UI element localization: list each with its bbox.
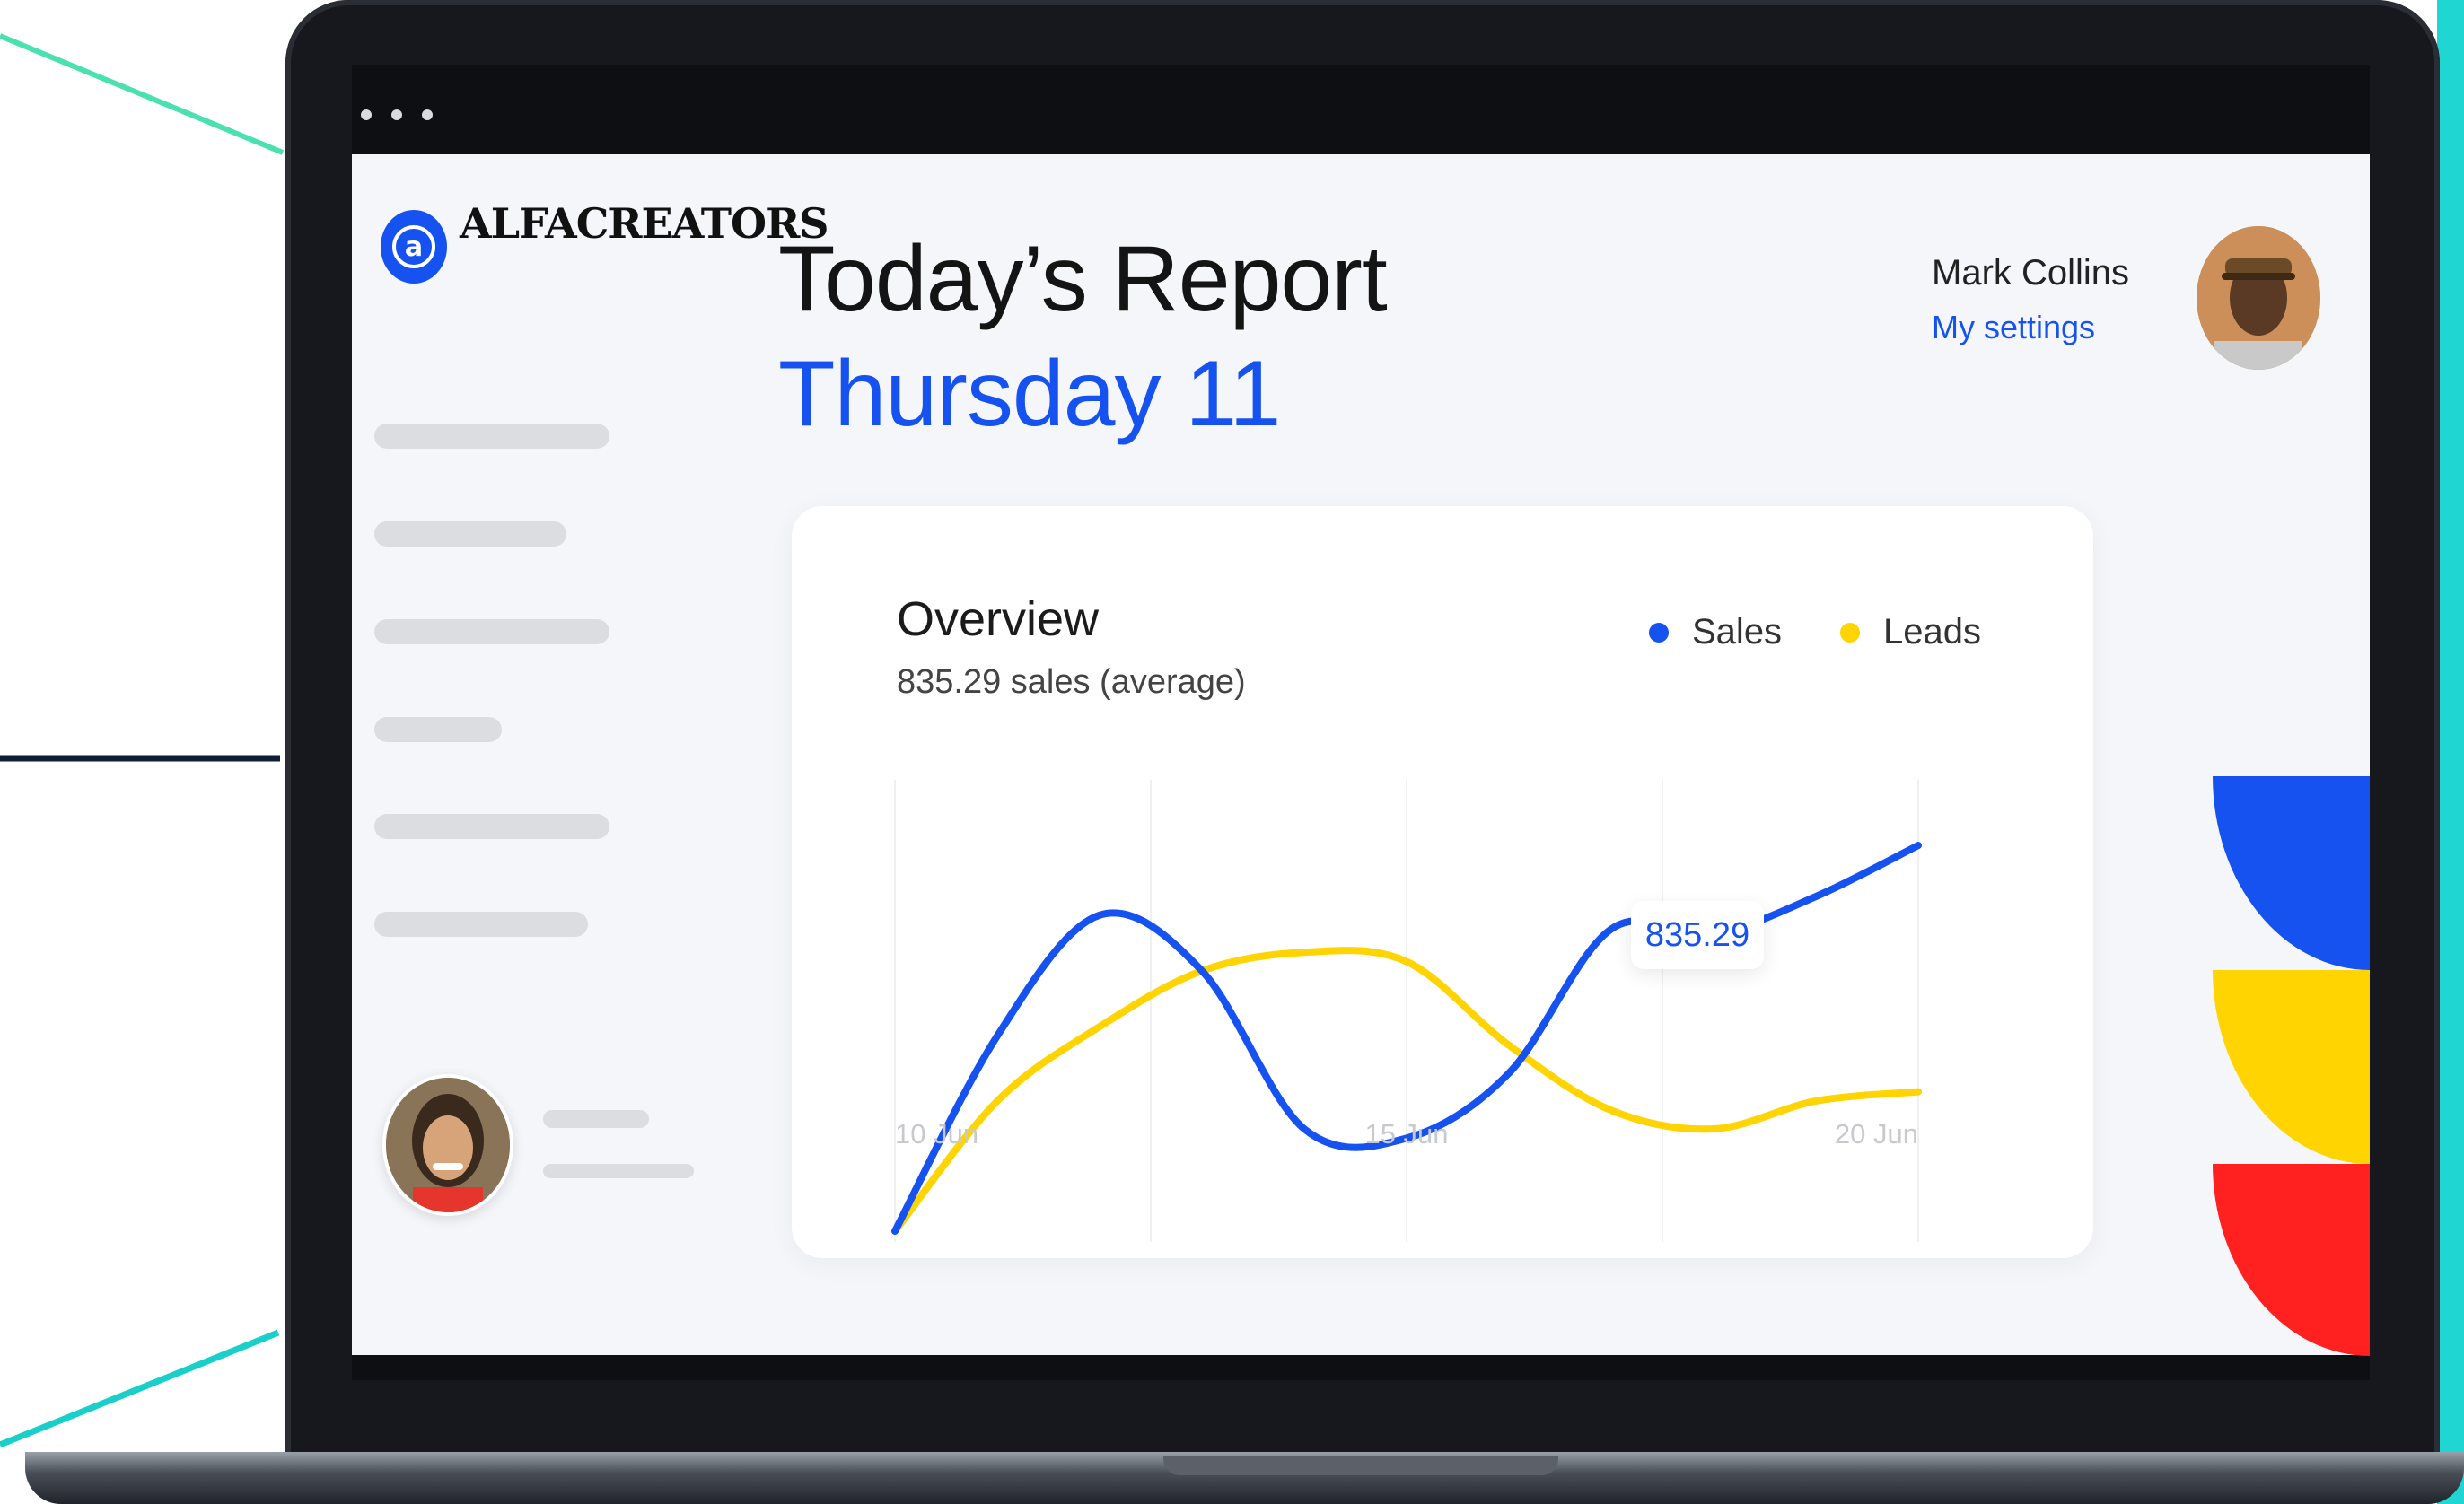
- svg-text:a: a: [405, 232, 423, 263]
- sidebar-item-4[interactable]: [374, 717, 502, 742]
- laptop-screen: a ALFACREATORS Today’s Report Thursday 1…: [352, 65, 2370, 1380]
- window-dot-2[interactable]: [391, 109, 402, 120]
- window-titlebar: [352, 65, 2370, 154]
- sidebar-item-5[interactable]: [374, 814, 609, 839]
- user-avatar[interactable]: [2197, 226, 2320, 370]
- x-tick-label: 10 Jun: [895, 1118, 978, 1150]
- page-title: Today’s Report: [778, 227, 1388, 331]
- chart-tooltip: 835.29: [1631, 901, 1764, 969]
- decorative-blue-shape: [2213, 776, 2370, 970]
- x-tick-label: 15 Jun: [1364, 1118, 1448, 1150]
- sidebar-user-role-placeholder: [543, 1164, 694, 1178]
- sidebar-item-1[interactable]: [374, 424, 609, 449]
- page-subtitle-date: Thursday 11: [778, 342, 1281, 446]
- sidebar-item-2[interactable]: [374, 521, 566, 547]
- user-name: Mark Collins: [1932, 253, 2130, 293]
- decorative-red-shape: [2213, 1164, 2370, 1356]
- laptop-notch: [1163, 1456, 1558, 1475]
- overview-card: Overview 835.29 sales (average) Sales Le…: [792, 506, 2093, 1258]
- decorative-yellow-shape: [2213, 970, 2370, 1164]
- my-settings-link[interactable]: My settings: [1932, 309, 2095, 346]
- sidebar-user-name-placeholder: [543, 1110, 649, 1128]
- overview-line-chart: 10 Jun 15 Jun 20 Jun: [891, 780, 1922, 1242]
- sidebar-item-3[interactable]: [374, 619, 609, 644]
- sidebar-user-avatar[interactable]: [382, 1074, 513, 1216]
- x-tick-label: 20 Jun: [1835, 1118, 1918, 1150]
- brand-name: ALFACREATORS: [460, 199, 829, 248]
- sidebar-item-6[interactable]: [374, 912, 588, 937]
- window-dot-3[interactable]: [422, 109, 433, 120]
- teal-accent-right: [2437, 0, 2464, 1504]
- window-dot-1[interactable]: [361, 109, 372, 120]
- brand-logo-icon[interactable]: a: [381, 210, 447, 284]
- app-window: a ALFACREATORS Today’s Report Thursday 1…: [352, 154, 2370, 1355]
